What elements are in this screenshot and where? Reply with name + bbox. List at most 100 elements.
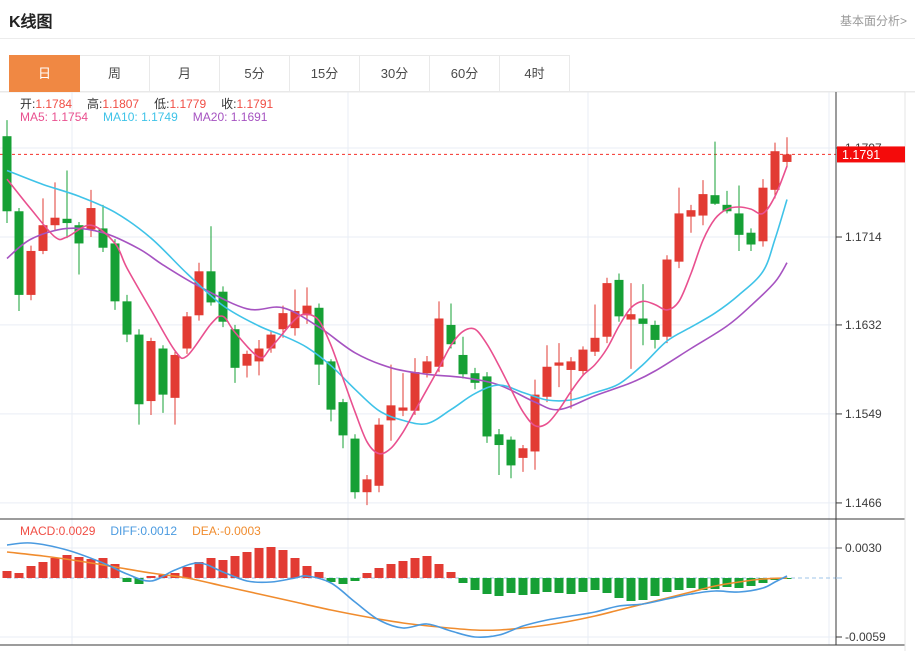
candle-body (518, 448, 528, 458)
candle-body (746, 232, 756, 245)
macd-hist-bar (590, 578, 600, 590)
candle-body (494, 434, 504, 446)
macd-hist-bar (50, 558, 60, 578)
macd-hist-bar (194, 562, 204, 578)
macd-axis-label: -0.0059 (845, 630, 886, 644)
candle-body (278, 313, 288, 330)
macd-hist-bar (362, 573, 372, 578)
candle-body (578, 349, 588, 372)
macd-hist-bar (26, 566, 36, 578)
macd-hist-bar (266, 547, 276, 578)
candle-body (542, 366, 552, 397)
macd-hist-bar (518, 578, 528, 595)
candle-body (686, 210, 696, 217)
macd-hist-bar (122, 578, 132, 582)
candle-body (674, 213, 684, 262)
macd-hist-bar (398, 561, 408, 578)
macd-hist-bar (638, 578, 648, 600)
macd-hist-bar (386, 564, 396, 578)
candle-body (110, 243, 120, 302)
period-tab-bar: 日周月 5分 15分 30分 60分 4时 (9, 55, 570, 92)
candle-body (638, 318, 648, 324)
tab-period-3[interactable]: 5分 (220, 55, 290, 92)
candle-body (782, 154, 792, 162)
candle-body (602, 283, 612, 337)
candle-body (698, 194, 708, 216)
macd-hist-bar (422, 556, 432, 578)
candle-body (146, 341, 156, 402)
tab-period-6[interactable]: 60分 (430, 55, 500, 92)
macd-hist-bar (350, 578, 360, 581)
tab-period-1[interactable]: 周 (80, 55, 150, 92)
macd-hist-bar (230, 556, 240, 578)
y-axis-label: 1.1549 (845, 407, 882, 421)
candle-body (482, 376, 492, 437)
tab-period-5[interactable]: 30分 (360, 55, 430, 92)
tab-period-7[interactable]: 4时 (500, 55, 570, 92)
candle-body (422, 361, 432, 374)
candle-body (554, 362, 564, 366)
candle-body (134, 334, 144, 405)
candle-body (650, 324, 660, 340)
macd-hist-bar (2, 571, 12, 578)
candle-body (170, 354, 180, 398)
macd-hist-bar (146, 576, 156, 578)
candle-body (710, 195, 720, 204)
candle-body (398, 407, 408, 411)
macd-hist-bar (722, 578, 732, 587)
macd-hist-bar (686, 578, 696, 588)
candle-body (350, 438, 360, 493)
macd-hist-bar (554, 578, 564, 593)
candle-body (458, 354, 468, 375)
macd-hist-bar (218, 560, 228, 578)
macd-hist-bar (410, 558, 420, 578)
macd-hist-bar (542, 578, 552, 592)
candle-body (338, 402, 348, 436)
tab-period-2[interactable]: 月 (150, 55, 220, 92)
candle-body (770, 151, 780, 190)
y-axis-label: 1.1466 (845, 496, 882, 510)
macd-hist-bar (458, 578, 468, 583)
tab-period-4[interactable]: 15分 (290, 55, 360, 92)
candle-body (662, 259, 672, 337)
candle-body (182, 316, 192, 349)
candle-body (242, 353, 252, 366)
macd-hist-bar (650, 578, 660, 596)
candle-body (470, 373, 480, 383)
candle-body (14, 211, 24, 295)
y-axis-label: 1.1714 (845, 230, 882, 244)
macd-hist-bar (494, 578, 504, 596)
candle-body (2, 136, 12, 212)
macd-hist-bar (578, 578, 588, 592)
candlestick-chart[interactable]: 1.17971.17141.16321.15491.14660.0030-0.0… (0, 0, 915, 651)
macd-hist-bar (602, 578, 612, 593)
candle-body (158, 348, 168, 395)
candle-body (194, 271, 204, 316)
candle-body (374, 424, 384, 486)
last-price-badge-label: 1.1791 (842, 148, 880, 162)
candle-body (362, 479, 372, 493)
macd-axis-label: 0.0030 (845, 541, 882, 555)
candle-body (38, 225, 48, 251)
tab-period-0[interactable]: 日 (9, 55, 80, 92)
macd-hist-bar (566, 578, 576, 594)
candle-body (506, 439, 516, 466)
macd-hist-bar (14, 573, 24, 578)
macd-hist-bar (506, 578, 516, 593)
macd-hist-bar (242, 552, 252, 578)
candle-body (434, 318, 444, 367)
macd-hist-bar (470, 578, 480, 590)
candle-body (50, 217, 60, 226)
candle-body (122, 301, 132, 335)
macd-hist-bar (254, 548, 264, 578)
macd-hist-bar (182, 567, 192, 578)
macd-hist-bar (482, 578, 492, 594)
candle-body (614, 279, 624, 317)
macd-hist-bar (674, 578, 684, 590)
macd-hist-bar (434, 564, 444, 578)
candle-body (734, 213, 744, 235)
macd-hist-bar (38, 562, 48, 578)
candle-body (758, 187, 768, 242)
macd-hist-bar (614, 578, 624, 598)
macd-hist-bar (626, 578, 636, 601)
